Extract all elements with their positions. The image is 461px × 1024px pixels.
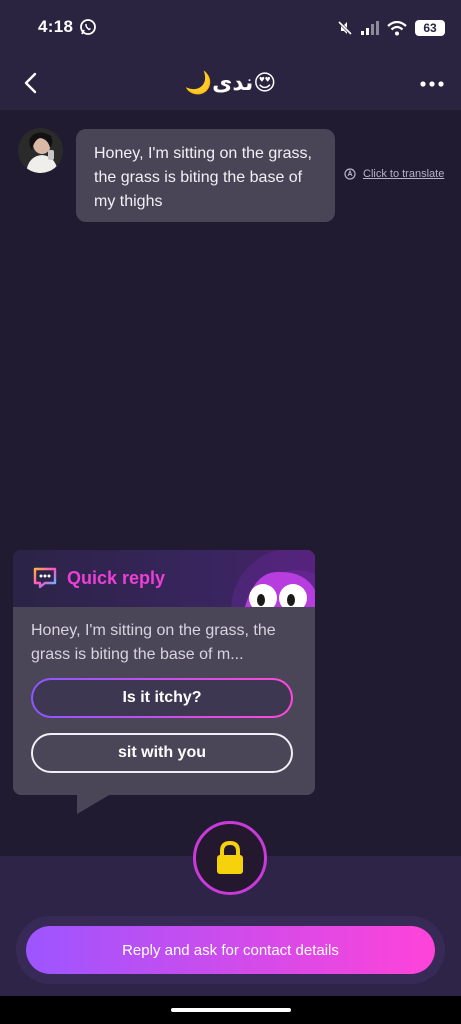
quick-reply-header: Quick reply: [13, 550, 315, 607]
quick-reply-panel: Quick reply Honey, I'm sitting on the gr…: [13, 550, 315, 795]
lock-icon: [217, 841, 243, 874]
quick-reply-preview: Honey, I'm sitting on the grass, the gra…: [31, 622, 276, 663]
message-bubble[interactable]: Honey, I'm sitting on the grass, the gra…: [76, 129, 335, 222]
more-options-button[interactable]: [417, 72, 447, 96]
translate-link[interactable]: Click to translate: [344, 168, 444, 180]
home-indicator-bar[interactable]: [171, 1008, 291, 1012]
chat-screen: 4:18 63 🌙ندى😍 Honey, I'm sitting on the …: [0, 0, 461, 1024]
mascot-eyes-icon: [231, 550, 315, 607]
contact-avatar[interactable]: [18, 128, 63, 173]
quick-reply-title: Quick reply: [67, 568, 166, 588]
translate-label: Click to translate: [363, 168, 445, 180]
contact-name: 🌙ندى😍: [184, 70, 277, 95]
status-bar: 4:18 63: [0, 0, 461, 56]
lock-button[interactable]: [193, 821, 267, 895]
quick-reply-option[interactable]: Is it itchy?: [31, 678, 293, 718]
quick-reply-option[interactable]: sit with you: [31, 733, 293, 773]
wifi-icon: [387, 20, 407, 35]
status-time: 4:18: [38, 17, 74, 36]
avatar-photo: [18, 128, 63, 173]
reply-ask-contact-button[interactable]: Reply and ask for contact details: [26, 926, 435, 974]
translate-icon: [344, 168, 356, 180]
mute-icon: [337, 20, 353, 36]
chat-header: 🌙ندى😍: [0, 56, 461, 110]
chat-bubble-icon: [33, 567, 57, 589]
whatsapp-icon: [80, 19, 96, 35]
battery-indicator: 63: [415, 20, 445, 36]
more-horizontal-icon: [420, 81, 444, 87]
status-icons: 63: [337, 18, 445, 38]
quick-reply-tail: [77, 794, 111, 814]
signal-icon: [361, 21, 379, 35]
